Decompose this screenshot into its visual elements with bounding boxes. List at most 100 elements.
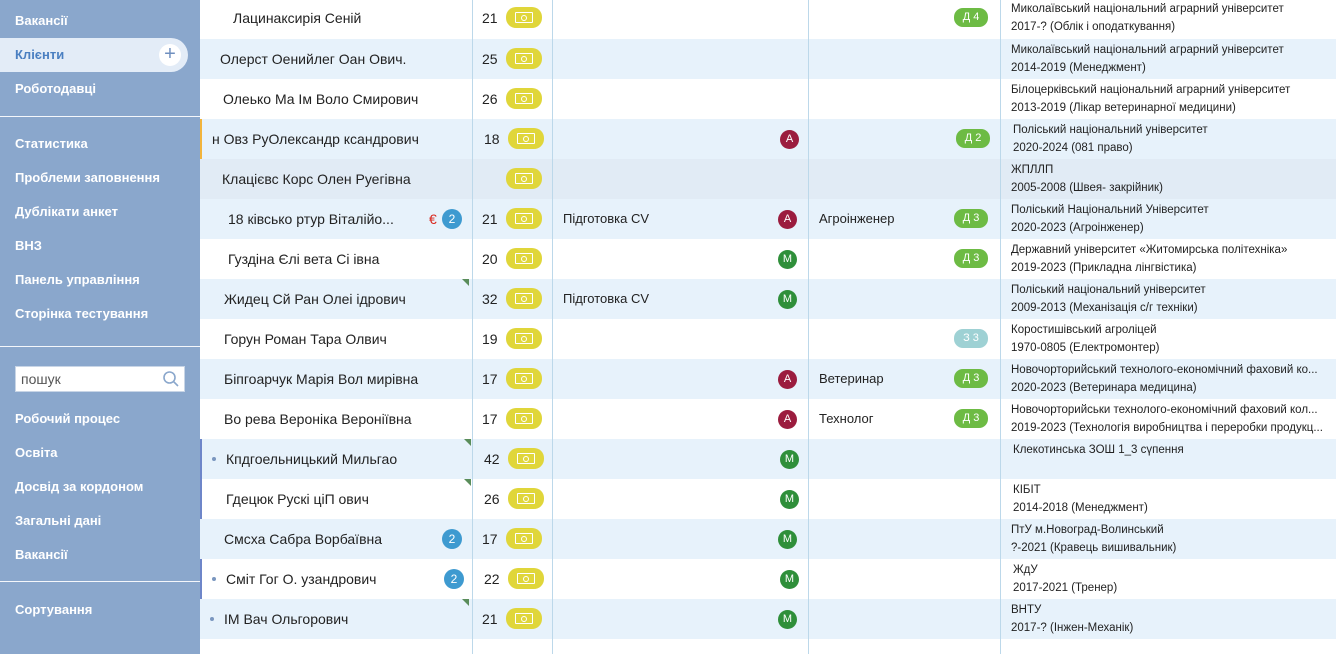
nav-employers[interactable]: Роботодавці	[0, 72, 200, 106]
id-card-button[interactable]	[506, 208, 542, 229]
client-name[interactable]: Горун Роман Тара Олвич	[224, 319, 387, 359]
nav-abroad-experience[interactable]: Досвід за кордоном	[0, 470, 200, 504]
client-name[interactable]: Кпдгоельницький Мильгао	[226, 439, 397, 479]
nav-education[interactable]: Освіта	[0, 436, 200, 470]
table-row[interactable]: Олеько Ма Ім Воло Смирович 26 Білоцерківсь…	[200, 79, 1336, 119]
id-card-button[interactable]	[506, 48, 542, 69]
id-card-button[interactable]	[506, 368, 542, 389]
table-row[interactable]: Смсха Сабра Ворбаївна 2 17 М ПтУ м.Новоград-…	[200, 519, 1336, 559]
nav-universities[interactable]: ВНЗ	[0, 229, 200, 263]
table-row[interactable]: Біпгоарчук Марія Вол мирівна 17 А Ветеринар…	[200, 359, 1336, 399]
id-card-button[interactable]	[506, 7, 542, 28]
nav-fill-problems[interactable]: Проблеми заповнення	[0, 161, 200, 195]
client-name[interactable]: Во рева Вероніка Вероніївна	[224, 399, 412, 439]
education-institution: Новочорторийський технолого-економічний …	[1011, 364, 1318, 376]
id-card-button[interactable]	[506, 168, 542, 189]
table-row[interactable]: 18 ківсько ртур Віталійо... €2 21 Підготовк…	[200, 199, 1336, 239]
client-name[interactable]: Смсха Сабра Ворбаївна	[224, 519, 382, 559]
table-row[interactable]: Сміт Гог О. узандрович 2 22 М ЖдУ 2017-2021 (…	[200, 559, 1336, 599]
education-period: 2017-2021 (Тренер)	[1013, 582, 1118, 594]
search-icon[interactable]	[162, 370, 180, 388]
client-age: 21	[482, 611, 498, 627]
nav-sorting[interactable]: Сортування	[0, 593, 200, 627]
nav-vacancies-filter[interactable]: Вакансії	[0, 538, 200, 572]
id-card-button[interactable]	[506, 248, 542, 269]
id-card-button[interactable]	[508, 488, 544, 509]
client-age: 19	[482, 331, 498, 347]
education-institution: ВНТУ	[1011, 604, 1042, 616]
education-period: 2009-2013 (Механізація с/г техніки)	[1011, 302, 1198, 314]
id-card-button[interactable]	[506, 608, 542, 629]
id-card-button[interactable]	[506, 288, 542, 309]
search-input[interactable]	[16, 367, 156, 391]
table-row[interactable]: н Овз РуОлександр ксандрович 18 А Д 2 Полісь…	[200, 119, 1336, 159]
education-cell: Білоцерківський національний аграрний ун…	[1011, 81, 1333, 117]
id-card-button[interactable]	[508, 128, 544, 149]
education-cell: Миколаївський національний аграрний унів…	[1011, 0, 1333, 36]
table-row[interactable]: Олерст Оенийлег Оан Ович. 25 Миколаївський…	[200, 39, 1336, 79]
id-card-button[interactable]	[508, 568, 544, 589]
education-institution: Поліський національний університет	[1011, 284, 1206, 296]
flag-marker	[464, 479, 471, 486]
client-name[interactable]: Гдецюк Рускі ціП ович	[226, 479, 369, 519]
nav-vacancies[interactable]: Вакансії	[0, 4, 200, 38]
client-name[interactable]: н Овз РуОлександр ксандрович	[212, 119, 419, 159]
education-institution: Поліський національний університет	[1013, 124, 1208, 136]
client-profession: Ветеринар	[819, 371, 884, 386]
table-row[interactable]: Гуздіна Єлі вета Сі івна 20 М Д 3 Державний …	[200, 239, 1336, 279]
id-card-button[interactable]	[506, 408, 542, 429]
education-period: 2014-2019 (Менеджмент)	[1011, 62, 1146, 74]
education-period: 2017-? (Інжен-Механік)	[1011, 622, 1134, 634]
status-letter-badge: М	[780, 450, 799, 469]
table-row[interactable]: Кпдгоельницький Мильгао 42 М Клекотинська З…	[200, 439, 1336, 479]
client-name[interactable]: Біпгоарчук Марія Вол мирівна	[224, 359, 418, 399]
client-name[interactable]: Лацинаксирія Сеній	[233, 0, 361, 38]
client-age: 21	[482, 211, 498, 227]
add-client-button[interactable]: +	[159, 44, 181, 66]
education-cell: Поліський національний університет 2020-2…	[1013, 121, 1335, 157]
client-name[interactable]: Сміт Гог О. узандрович	[226, 559, 376, 599]
nav-workflow[interactable]: Робочий процес	[0, 402, 200, 436]
nav-duplicates[interactable]: Дублікати анкет	[0, 195, 200, 229]
id-card-button[interactable]	[506, 528, 542, 549]
clients-table: Лацинаксирія Сеній 21 Д 4 Миколаївський нац…	[200, 0, 1336, 654]
client-name[interactable]: Гуздіна Єлі вета Сі івна	[228, 239, 379, 279]
table-row[interactable]: Лацинаксирія Сеній 21 Д 4 Миколаївський нац…	[200, 0, 1336, 38]
id-card-button[interactable]	[506, 328, 542, 349]
count-badge: 2	[442, 529, 462, 549]
education-cell: Державний університет «Житомирська політ…	[1011, 241, 1333, 277]
id-card-button[interactable]	[506, 88, 542, 109]
row-bullet	[210, 617, 214, 621]
count-badge: 2	[444, 569, 464, 589]
nav-control-panel[interactable]: Панель управління	[0, 263, 200, 297]
education-cell: Миколаївський національний аграрний унів…	[1011, 41, 1333, 77]
education-cell: ВНТУ 2017-? (Інжен-Механік)	[1011, 601, 1333, 637]
nav-general-data[interactable]: Загальні дані	[0, 504, 200, 538]
education-period: 2005-2008 (Швея- закрійник)	[1011, 182, 1163, 194]
client-name[interactable]: Жидец Сй Ран Олеі ідрович	[224, 279, 406, 319]
table-row[interactable]: ІМ Вач Ольгорович 21 М ВНТУ 2017-? (Інжен-Ме…	[200, 599, 1336, 639]
education-cell: Клекотинська ЗОШ 1_3 сүпення	[1013, 441, 1335, 459]
education-institution: КІБІТ	[1013, 484, 1041, 496]
nav-statistics[interactable]: Статистика	[0, 127, 200, 161]
education-cell: ЖдУ 2017-2021 (Тренер)	[1013, 561, 1335, 597]
client-name[interactable]: 18 ківсько ртур Віталійо...	[228, 199, 394, 239]
table-row[interactable]: Гдецюк Рускі ціП ович 26 М КІБІТ 2014-2018 (…	[200, 479, 1336, 519]
table-row[interactable]: Во рева Вероніка Вероніївна 17 А Технолог Д …	[200, 399, 1336, 439]
table-row[interactable]: Горун Роман Тара Олвич 19 З 3 Коростишівськ…	[200, 319, 1336, 359]
education-institution: Клекотинська ЗОШ 1_3 сүпення	[1013, 444, 1184, 456]
client-name[interactable]: Олеько Ма Ім Воло Смирович	[223, 79, 418, 119]
table-row[interactable]: Жидец Сй Ран Олеі ідрович 32 Підготовка CV…	[200, 279, 1336, 319]
education-institution: Державний університет «Житомирська політ…	[1011, 244, 1288, 256]
row-bullet	[212, 577, 216, 581]
nav-testing-page[interactable]: Сторінка тестування	[0, 297, 200, 331]
education-period: 2020-2023 (Ветеринара медицина)	[1011, 382, 1197, 394]
id-card-button[interactable]	[508, 448, 544, 469]
client-name[interactable]: Олерст Оенийлег Оан Ович.	[220, 39, 406, 79]
education-period: ?-2021 (Кравець вишивальник)	[1011, 542, 1177, 554]
table-row[interactable]: Клацієвс Корс Олен Руегівна ЖПЛЛП 2005-200…	[200, 159, 1336, 199]
column-divider	[552, 0, 553, 654]
nav-clients[interactable]: Клієнти +	[0, 38, 188, 72]
client-name[interactable]: ІМ Вач Ольгорович	[224, 599, 348, 639]
client-name[interactable]: Клацієвс Корс Олен Руегівна	[222, 159, 411, 199]
